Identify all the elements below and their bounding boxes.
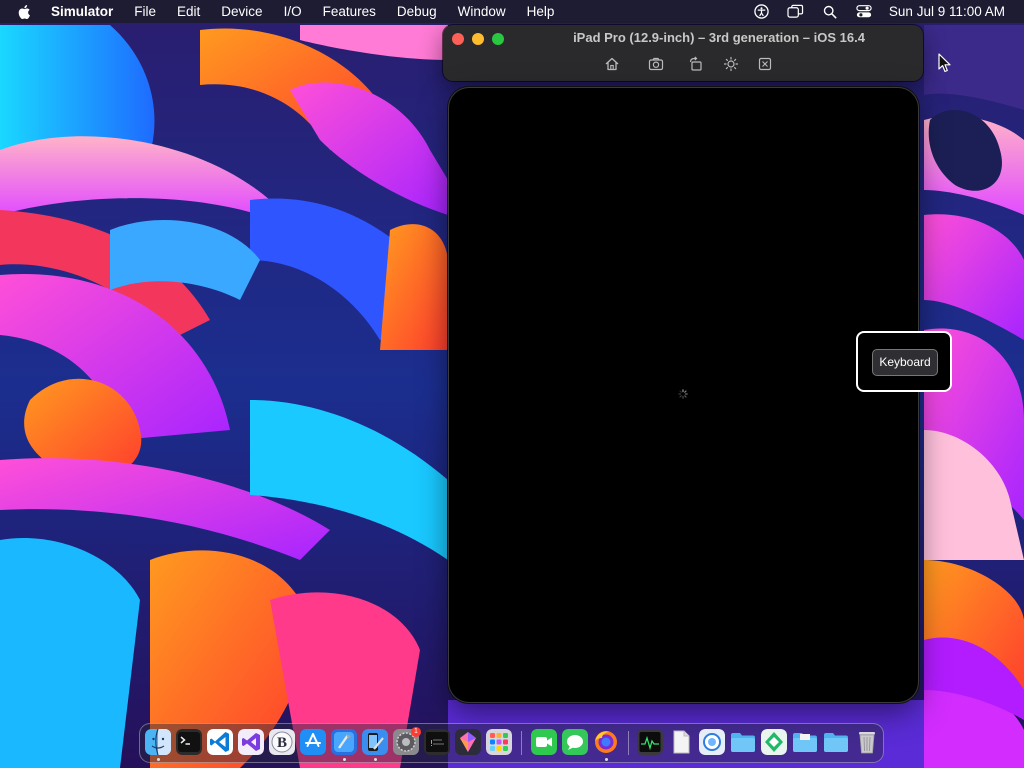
running-indicator	[157, 758, 160, 761]
finder-icon	[145, 729, 171, 755]
keyboard-toggle-icon[interactable]	[757, 56, 773, 72]
menu-debug[interactable]: Debug	[397, 0, 437, 23]
running-indicator	[374, 758, 377, 761]
firefox-icon	[595, 731, 617, 753]
terminal-icon	[176, 729, 202, 755]
simulator-window-title: iPad Pro (12.9-inch) – 3rd generation – …	[573, 30, 865, 45]
dock-item-activity-monitor[interactable]	[637, 729, 663, 755]
window-zoom-button[interactable]	[492, 33, 504, 45]
apple-menu-icon[interactable]	[18, 3, 34, 21]
dock-item-console[interactable]: !	[424, 729, 450, 755]
dock-separator	[521, 731, 522, 755]
console-icon: !	[424, 729, 450, 755]
menu-features[interactable]: Features	[323, 0, 376, 23]
dock-item-messages[interactable]	[562, 729, 588, 755]
keyboard-button[interactable]: Keyboard	[872, 349, 938, 376]
visual-studio-icon	[238, 729, 264, 755]
menu-bar: Simulator File Edit Device I/O Features …	[0, 0, 1024, 23]
dock-item-folder[interactable]	[730, 729, 756, 755]
dock-item-system-settings[interactable]: 1	[393, 727, 421, 755]
menu-app-simulator[interactable]: Simulator	[51, 0, 113, 23]
dock-item-trash[interactable]	[854, 729, 880, 755]
window-close-button[interactable]	[452, 33, 464, 45]
control-center-icon[interactable]	[855, 3, 873, 21]
launchpad-icon	[486, 729, 512, 755]
accessibility-icon[interactable]	[753, 3, 771, 21]
dock-item-xcode-cloud[interactable]	[761, 729, 787, 755]
menu-help[interactable]: Help	[527, 0, 555, 23]
dock-item-vscode[interactable]	[207, 729, 233, 755]
messages-icon	[562, 729, 588, 755]
trash-icon	[859, 732, 875, 754]
folder-icon	[793, 733, 817, 752]
dock-item-folder[interactable]	[792, 729, 818, 755]
dock-item-finder[interactable]	[145, 729, 171, 755]
sketch-icon	[455, 729, 481, 755]
window-switch-icon[interactable]	[787, 3, 805, 21]
loading-spinner-icon	[678, 389, 688, 399]
dock-item-preview[interactable]	[699, 729, 725, 755]
simulator-icon	[362, 729, 388, 755]
mouse-cursor-icon	[938, 53, 951, 73]
vscode-icon	[207, 729, 233, 755]
dock-item-terminal[interactable]	[176, 729, 202, 755]
notification-badge: 1	[411, 727, 421, 737]
dock-item-firefox[interactable]	[593, 729, 619, 755]
keyboard-popup: Keyboard	[856, 331, 952, 392]
menu-file[interactable]: File	[134, 0, 156, 23]
dock-item-visual-studio[interactable]	[238, 729, 264, 755]
home-icon[interactable]	[604, 56, 620, 72]
running-indicator	[343, 758, 346, 761]
preview-icon	[699, 729, 725, 755]
window-minimize-button[interactable]	[472, 33, 484, 45]
dock-item-xcode[interactable]	[331, 729, 357, 755]
dock-item-downloads[interactable]	[823, 729, 849, 755]
dock-item-bbedit[interactable]: B	[269, 729, 295, 755]
folder-icon	[731, 733, 755, 752]
ipad-simulator-screen[interactable]	[449, 88, 918, 702]
dock-item-launchpad[interactable]	[486, 729, 512, 755]
folder-icon	[824, 733, 848, 752]
app-store-icon	[300, 729, 326, 755]
screenshot-icon[interactable]	[648, 56, 664, 72]
running-indicator	[605, 758, 608, 761]
menu-window[interactable]: Window	[458, 0, 506, 23]
dock-item-simulator[interactable]	[362, 729, 388, 755]
activity-monitor-icon	[637, 729, 663, 755]
xcode-cloud-icon	[761, 729, 787, 755]
search-icon[interactable]	[821, 3, 839, 21]
dock: B 1 !	[139, 723, 884, 763]
dock-item-facetime[interactable]	[531, 729, 557, 755]
menu-device[interactable]: Device	[221, 0, 262, 23]
menu-edit[interactable]: Edit	[177, 0, 200, 23]
svg-text:B: B	[277, 735, 287, 751]
simulator-window-toolbar[interactable]: iPad Pro (12.9-inch) – 3rd generation – …	[443, 25, 923, 81]
menubar-clock[interactable]: Sun Jul 9 11:00 AM	[889, 4, 1005, 19]
dock-item-document[interactable]	[668, 729, 694, 755]
dock-item-sketch[interactable]	[455, 729, 481, 755]
appearance-icon[interactable]	[723, 56, 739, 72]
bbedit-icon: B	[269, 729, 295, 755]
dock-item-app-store[interactable]	[300, 729, 326, 755]
document-icon	[673, 730, 690, 754]
dock-separator	[628, 731, 629, 755]
rotate-icon[interactable]	[688, 56, 704, 72]
facetime-icon	[531, 729, 557, 755]
xcode-icon	[331, 729, 357, 755]
menu-io[interactable]: I/O	[284, 0, 302, 23]
